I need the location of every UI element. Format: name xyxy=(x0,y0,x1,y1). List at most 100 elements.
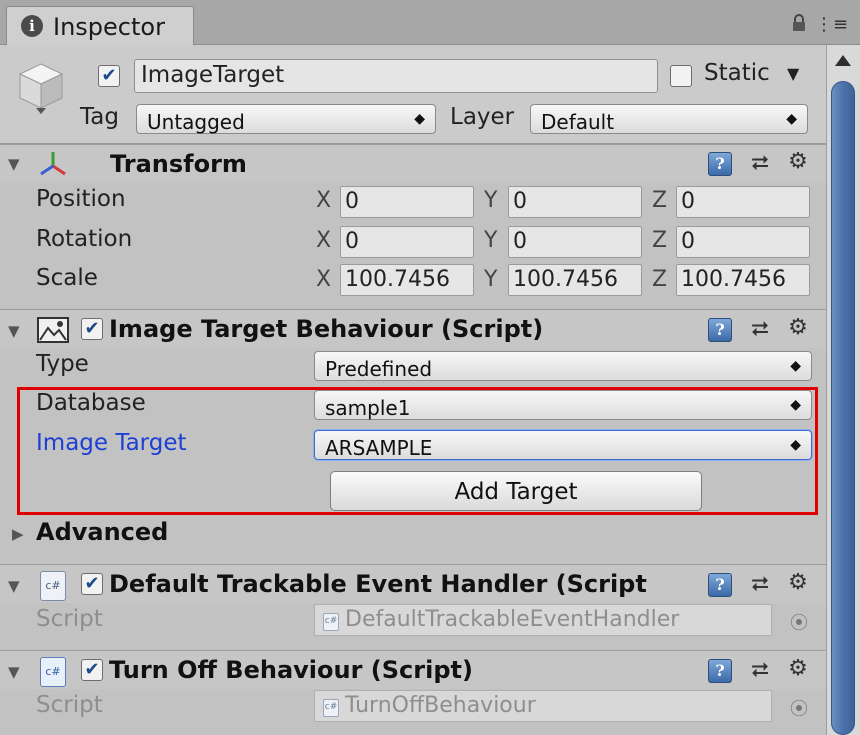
type-label: Type xyxy=(36,351,89,377)
transform-title: Transform xyxy=(110,150,247,178)
type-dropdown[interactable]: Predefined ◆ xyxy=(314,351,812,381)
default-trackable-header[interactable]: ▼ c# ✔ Default Trackable Event Handler (… xyxy=(0,564,826,603)
axis-y-label: Y xyxy=(484,228,498,253)
position-y-field[interactable]: 0 xyxy=(508,186,642,218)
default-trackable-script-field: c# DefaultTrackableEventHandler xyxy=(314,604,772,636)
tag-label: Tag xyxy=(80,104,119,130)
image-target-behaviour-title: Image Target Behaviour (Script) xyxy=(109,315,544,343)
turn-off-behaviour-header[interactable]: ▼ c# ✔ Turn Off Behaviour (Script) ? ⮂ ⚙ xyxy=(0,650,826,689)
fold-open-icon[interactable]: ▼ xyxy=(8,577,20,595)
advanced-label: Advanced xyxy=(36,518,169,546)
image-target-icon xyxy=(37,317,69,343)
script-value: TurnOffBehaviour xyxy=(345,693,536,718)
transform-header[interactable]: ▼ Transform ? ⮂ ⚙ xyxy=(0,144,826,183)
preset-icon[interactable]: ⮂ xyxy=(748,573,772,597)
scale-x-field[interactable]: 100.7456 xyxy=(340,264,474,296)
gear-icon[interactable]: ⚙ xyxy=(786,657,810,681)
axis-z-label: Z xyxy=(652,267,668,292)
scroll-up-arrow-icon[interactable] xyxy=(835,55,851,66)
help-icon[interactable]: ? xyxy=(708,659,732,683)
tab-label: Inspector xyxy=(53,13,165,41)
vertical-scrollbar[interactable] xyxy=(826,45,860,735)
help-icon[interactable]: ? xyxy=(708,573,732,597)
select-arrows-icon: ◆ xyxy=(790,358,801,374)
position-label: Position xyxy=(36,186,126,212)
select-arrows-icon: ◆ xyxy=(790,397,801,413)
database-dropdown[interactable]: sample1 ◆ xyxy=(314,390,812,420)
database-label: Database xyxy=(36,390,146,416)
layer-dropdown[interactable]: Default ◆ xyxy=(530,104,808,134)
axis-x-label: X xyxy=(316,188,332,213)
image-target-dropdown[interactable]: ARSAMPLE ◆ xyxy=(314,430,812,460)
rotation-z-field[interactable]: 0 xyxy=(676,226,810,258)
fold-open-icon[interactable]: ▼ xyxy=(8,155,20,173)
turn-off-script-field: c# TurnOffBehaviour xyxy=(314,690,772,722)
image-target-enabled-checkbox[interactable]: ✔ xyxy=(81,318,103,340)
preset-icon[interactable]: ⮂ xyxy=(748,318,772,342)
position-x-field[interactable]: 0 xyxy=(340,186,474,218)
gameobject-cube-icon[interactable] xyxy=(16,60,66,116)
tag-dropdown[interactable]: Untagged ◆ xyxy=(136,104,436,134)
tab-menu-icon[interactable]: ⋮≡ xyxy=(815,14,848,35)
fold-open-icon[interactable]: ▼ xyxy=(8,322,20,340)
transform-axes-icon xyxy=(40,152,66,176)
object-picker-icon[interactable]: ⦿ xyxy=(790,695,808,721)
script-value: DefaultTrackableEventHandler xyxy=(345,607,680,632)
add-target-button[interactable]: Add Target xyxy=(330,471,702,511)
gear-icon[interactable]: ⚙ xyxy=(786,571,810,595)
layer-value: Default xyxy=(541,110,615,134)
image-target-value: ARSAMPLE xyxy=(325,436,433,460)
layer-label: Layer xyxy=(450,104,515,130)
image-target-behaviour-header[interactable]: ▼ ✔ Image Target Behaviour (Script) ? ⮂ … xyxy=(0,309,826,348)
info-icon: i xyxy=(21,15,43,37)
help-icon[interactable]: ? xyxy=(708,318,732,342)
preset-icon[interactable]: ⮂ xyxy=(748,659,772,683)
fold-closed-icon[interactable]: ▶ xyxy=(12,525,24,543)
script-label: Script xyxy=(36,692,103,718)
rotation-label: Rotation xyxy=(36,226,133,252)
axis-z-label: Z xyxy=(652,188,668,213)
tab-bar: i Inspector ⋮≡ xyxy=(0,0,860,45)
csharp-script-icon: c# xyxy=(40,657,66,687)
turn-off-behaviour-title: Turn Off Behaviour (Script) xyxy=(109,656,473,684)
default-trackable-title: Default Trackable Event Handler (Script xyxy=(109,570,647,598)
rotation-x-field[interactable]: 0 xyxy=(340,226,474,258)
static-checkbox[interactable] xyxy=(670,65,692,87)
select-arrows-icon: ◆ xyxy=(414,111,425,127)
csharp-script-icon: c# xyxy=(40,571,66,601)
scale-label: Scale xyxy=(36,265,98,291)
scale-z-field[interactable]: 100.7456 xyxy=(676,264,810,296)
fold-open-icon[interactable]: ▼ xyxy=(8,663,20,681)
gear-icon[interactable]: ⚙ xyxy=(786,150,810,174)
preset-icon[interactable]: ⮂ xyxy=(748,152,772,176)
object-picker-icon[interactable]: ⦿ xyxy=(790,609,808,635)
csharp-script-icon: c# xyxy=(323,699,339,717)
select-arrows-icon: ◆ xyxy=(786,111,797,127)
gear-icon[interactable]: ⚙ xyxy=(786,316,810,340)
object-name-field[interactable]: ImageTarget xyxy=(134,59,658,93)
turn-off-enabled-checkbox[interactable]: ✔ xyxy=(81,659,103,681)
image-target-label: Image Target xyxy=(36,430,187,456)
axis-y-label: Y xyxy=(484,188,498,213)
active-checkbox[interactable]: ✔ xyxy=(98,65,120,87)
axis-x-label: X xyxy=(316,267,332,292)
rotation-y-field[interactable]: 0 xyxy=(508,226,642,258)
static-dropdown-arrow-icon[interactable]: ▼ xyxy=(787,64,799,83)
tab-inspector[interactable]: i Inspector xyxy=(6,6,194,45)
scale-y-field[interactable]: 100.7456 xyxy=(508,264,642,296)
database-value: sample1 xyxy=(325,396,411,420)
help-icon[interactable]: ? xyxy=(708,152,732,176)
type-value: Predefined xyxy=(325,357,433,381)
lock-icon[interactable] xyxy=(791,14,807,32)
scrollbar-thumb[interactable] xyxy=(831,81,855,735)
axis-z-label: Z xyxy=(652,228,668,253)
script-label: Script xyxy=(36,606,103,632)
select-arrows-icon: ◆ xyxy=(790,437,801,453)
default-trackable-enabled-checkbox[interactable]: ✔ xyxy=(81,573,103,595)
axis-y-label: Y xyxy=(484,267,498,292)
tag-value: Untagged xyxy=(147,110,245,134)
object-header: ✔ ImageTarget Static ▼ Tag Untagged ◆ La… xyxy=(0,45,826,144)
position-z-field[interactable]: 0 xyxy=(676,186,810,218)
static-label: Static xyxy=(704,60,770,86)
csharp-script-icon: c# xyxy=(323,613,339,631)
